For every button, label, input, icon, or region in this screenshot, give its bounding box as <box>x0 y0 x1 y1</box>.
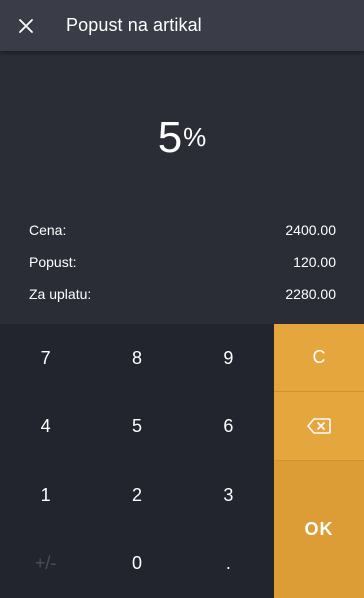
action-column: C OK <box>274 324 364 598</box>
summary-value: 2400.00 <box>285 222 336 238</box>
summary-label: Cena: <box>29 222 67 238</box>
key-decimal[interactable]: . <box>183 530 274 598</box>
key-4[interactable]: 4 <box>0 393 91 462</box>
summary-value: 120.00 <box>293 254 336 270</box>
discount-display: 5 % <box>0 51 364 214</box>
ok-button[interactable]: OK <box>274 461 364 598</box>
discount-unit: % <box>183 122 207 152</box>
summary-value: 2280.00 <box>285 286 336 302</box>
key-7[interactable]: 7 <box>0 324 91 393</box>
key-5[interactable]: 5 <box>91 393 182 462</box>
summary-label: Popust: <box>29 254 77 270</box>
key-8[interactable]: 8 <box>91 324 182 393</box>
numeric-keypad: 7 8 9 4 5 6 1 2 3 +/- 0 . <box>0 324 274 598</box>
price-summary: Cena: 2400.00 Popust: 120.00 Za uplatu: … <box>0 214 364 324</box>
backspace-button[interactable] <box>274 392 364 461</box>
key-0[interactable]: 0 <box>91 530 182 598</box>
clear-button[interactable]: C <box>274 324 364 392</box>
summary-row-price: Cena: 2400.00 <box>29 214 336 246</box>
page-title: Popust na artikal <box>66 15 202 35</box>
summary-label: Za uplatu: <box>29 286 92 302</box>
key-2[interactable]: 2 <box>91 461 182 530</box>
close-button[interactable] <box>0 0 52 51</box>
summary-row-total: Za uplatu: 2280.00 <box>29 278 336 310</box>
key-9[interactable]: 9 <box>183 324 274 393</box>
backspace-icon <box>307 418 331 434</box>
key-plus-minus[interactable]: +/- <box>0 530 91 598</box>
key-3[interactable]: 3 <box>183 461 274 530</box>
key-6[interactable]: 6 <box>183 393 274 462</box>
summary-row-discount: Popust: 120.00 <box>29 246 336 278</box>
discount-value: 5 <box>157 112 183 162</box>
top-app-bar: Popust na artikal <box>0 0 364 51</box>
key-1[interactable]: 1 <box>0 461 91 530</box>
close-icon <box>19 18 33 33</box>
